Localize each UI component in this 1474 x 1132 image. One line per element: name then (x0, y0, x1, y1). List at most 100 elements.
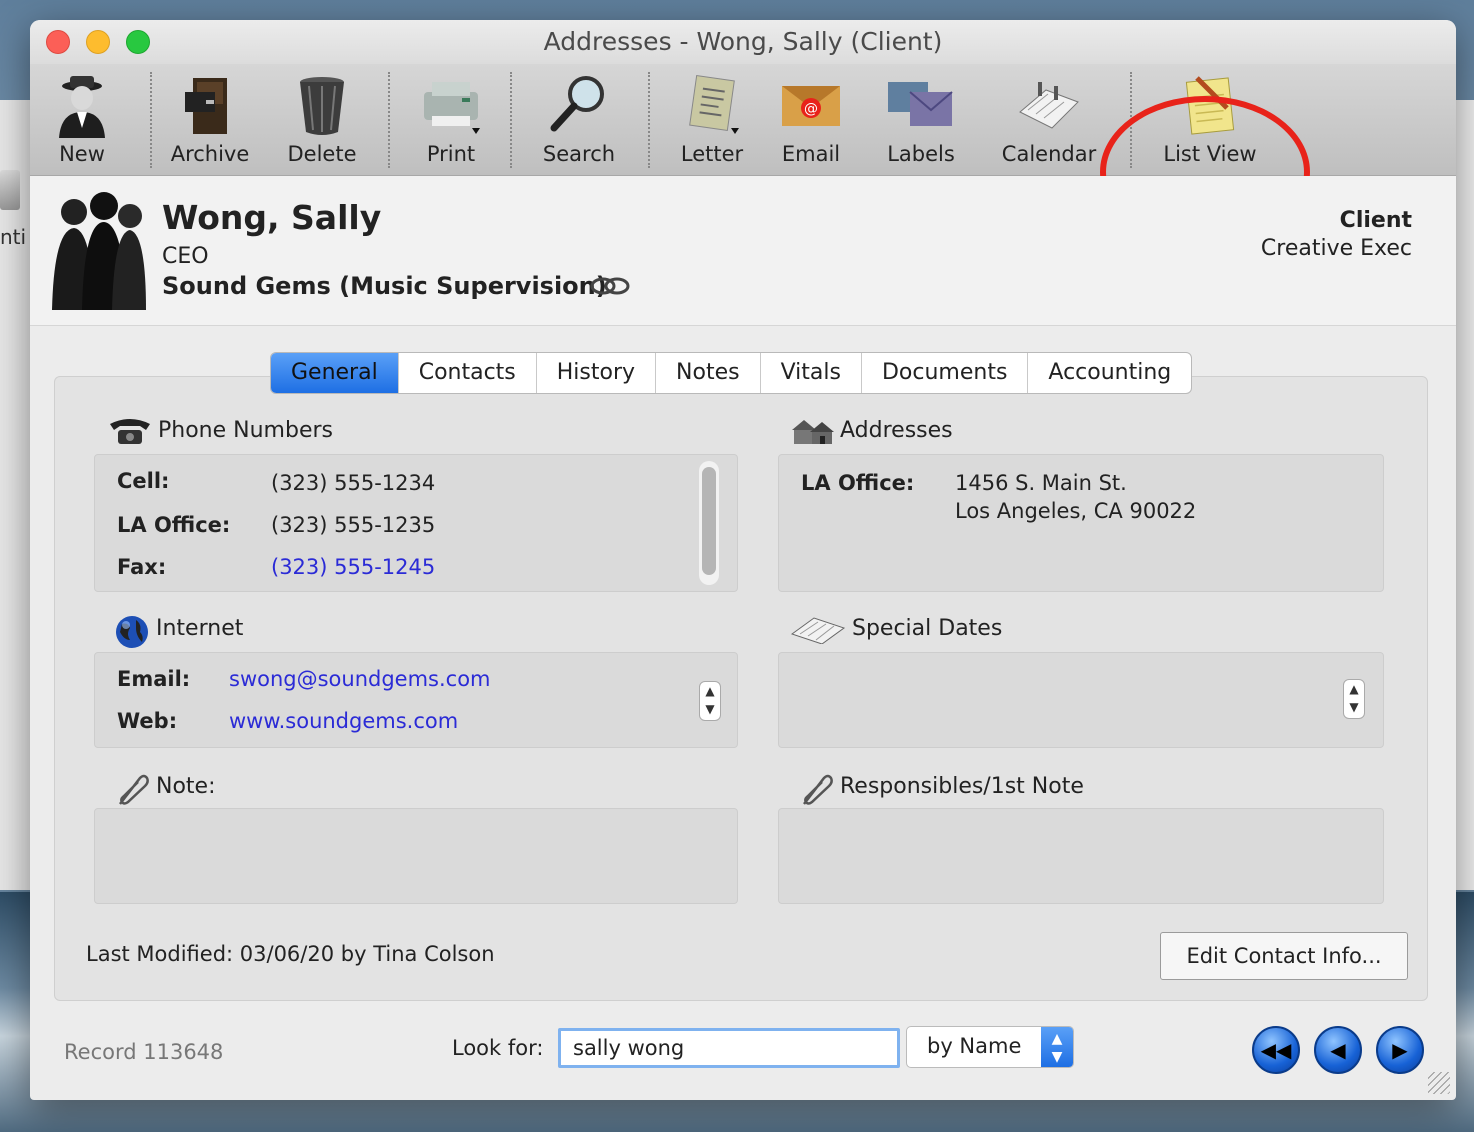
title-bar[interactable]: Addresses - Wong, Sally (Client) (30, 20, 1456, 64)
tab-notes[interactable]: Notes (656, 353, 761, 393)
delete-button[interactable]: Delete (262, 72, 382, 166)
toolbar-separator (510, 72, 512, 168)
phone-label: LA Office: (117, 513, 231, 537)
phone-scrollbar[interactable] (699, 461, 719, 585)
svg-text:@: @ (804, 101, 818, 117)
print-button[interactable]: Print (391, 72, 511, 166)
phone-numbers-label: Phone Numbers (158, 418, 333, 443)
special-dates-box: ▲ ▼ (778, 652, 1384, 748)
email-envelope-icon: @ (778, 72, 844, 138)
note-heading: Note: (114, 772, 216, 805)
archive-button[interactable]: Archive (150, 72, 270, 166)
labels-button[interactable]: Labels (861, 72, 981, 166)
letter-document-icon (679, 72, 745, 138)
tab-history[interactable]: History (537, 353, 657, 393)
labels-envelopes-icon (888, 72, 954, 138)
look-for-label: Look for: (452, 1036, 544, 1060)
look-for-input[interactable] (558, 1028, 900, 1068)
window-title: Addresses - Wong, Sally (Client) (543, 27, 943, 56)
labels-label: Labels (887, 142, 955, 166)
link-chain-icon[interactable] (590, 276, 630, 296)
rewind-icon: ◀◀ (1260, 1038, 1292, 1062)
close-window-button[interactable] (46, 30, 70, 54)
letter-label: Letter (680, 142, 744, 166)
record-number: Record 113648 (64, 1040, 224, 1064)
internet-box: Email: swong@soundgems.com Web: www.soun… (94, 652, 738, 748)
zoom-window-button[interactable] (126, 30, 150, 54)
web-link[interactable]: www.soundgems.com (229, 709, 458, 733)
contact-company: Sound Gems (Music Supervision) (162, 272, 607, 300)
responsibles-heading: Responsibles/1st Note (798, 772, 1084, 805)
email-link[interactable]: swong@soundgems.com (229, 667, 491, 691)
search-by-select[interactable]: by Name ▲ ▼ (906, 1026, 1074, 1068)
house-icon (790, 416, 834, 446)
file-cabinet-icon (177, 72, 243, 138)
phone-label: Fax: (117, 555, 167, 579)
special-dates-stepper[interactable]: ▲ ▼ (1343, 679, 1365, 719)
list-view-label: List View (1163, 142, 1257, 166)
resize-grip[interactable] (1428, 1072, 1450, 1094)
group-silhouette-avatar (46, 190, 150, 314)
tab-vitals[interactable]: Vitals (761, 353, 862, 393)
internet-stepper[interactable]: ▲ ▼ (699, 681, 721, 721)
window-controls (46, 30, 150, 54)
fax-link[interactable]: (323) 555-1245 (271, 555, 435, 579)
tab-documents[interactable]: Documents (862, 353, 1029, 393)
phone-numbers-box: Cell: (323) 555-1234 LA Office: (323) 55… (94, 454, 738, 592)
toolbar: New Archive Delete Print Search Letter @… (30, 64, 1456, 248)
globe-icon (114, 614, 150, 648)
contact-type: Client (1339, 208, 1412, 233)
toolbar-separator (1130, 72, 1132, 168)
archive-label: Archive (170, 142, 250, 166)
next-record-button[interactable]: ▶ (1376, 1026, 1424, 1074)
tab-accounting[interactable]: Accounting (1028, 353, 1191, 393)
address-line2[interactable]: Los Angeles, CA 90022 (955, 499, 1196, 523)
new-button[interactable]: New (30, 72, 142, 166)
first-record-button[interactable]: ◀◀ (1252, 1026, 1300, 1074)
search-by-value: by Name (927, 1034, 1022, 1058)
email-button[interactable]: @ Email (751, 72, 871, 166)
responsibles-box[interactable] (778, 808, 1384, 904)
email-label: Email (781, 142, 841, 166)
background-app-icon (0, 170, 20, 210)
trash-can-icon (289, 72, 355, 138)
background-window-right (1454, 100, 1474, 890)
search-label: Search (542, 142, 616, 166)
phone-label: Cell: (117, 469, 170, 493)
notepad-pencil-icon (1177, 72, 1243, 138)
internet-heading: Internet (114, 614, 244, 648)
tab-contacts[interactable]: Contacts (399, 353, 537, 393)
calendar-button[interactable]: Calendar (989, 72, 1109, 166)
magnifying-glass-icon (546, 72, 612, 138)
phone-numbers-heading: Phone Numbers (108, 416, 333, 446)
responsibles-label: Responsibles/1st Note (840, 774, 1084, 799)
addresses-window: Addresses - Wong, Sally (Client) New Arc… (30, 20, 1456, 1100)
phone-value[interactable]: (323) 555-1235 (271, 513, 435, 537)
contact-name: Wong, Sally (162, 198, 382, 237)
contact-subtype: Creative Exec (1260, 236, 1412, 261)
list-view-button[interactable]: List View (1150, 72, 1270, 166)
man-with-hat-icon (49, 72, 115, 138)
email-label: Email: (117, 667, 191, 691)
address-line1[interactable]: 1456 S. Main St. (955, 471, 1127, 495)
contact-header: Wong, Sally CEO Sound Gems (Music Superv… (30, 176, 1456, 326)
minimize-window-button[interactable] (86, 30, 110, 54)
internet-label: Internet (156, 616, 244, 641)
phone-value[interactable]: (323) 555-1234 (271, 471, 435, 495)
calendar-label: Calendar (1001, 142, 1097, 166)
last-modified-text: Last Modified: 03/06/20 by Tina Colson (86, 942, 495, 966)
calendar-small-icon (790, 614, 846, 645)
search-button[interactable]: Search (519, 72, 639, 166)
new-label: New (59, 142, 105, 166)
paperclip-icon (798, 772, 834, 805)
previous-record-button[interactable]: ◀ (1314, 1026, 1362, 1074)
telephone-icon (108, 416, 152, 446)
printer-icon (418, 72, 484, 138)
contact-title: CEO (162, 244, 209, 269)
tab-general[interactable]: General (271, 353, 399, 393)
paperclip-icon (114, 772, 150, 805)
note-box[interactable] (94, 808, 738, 904)
scrollbar-thumb[interactable] (702, 467, 716, 575)
edit-contact-info-button[interactable]: Edit Contact Info... (1160, 932, 1408, 980)
background-window-text: nti (0, 225, 27, 249)
